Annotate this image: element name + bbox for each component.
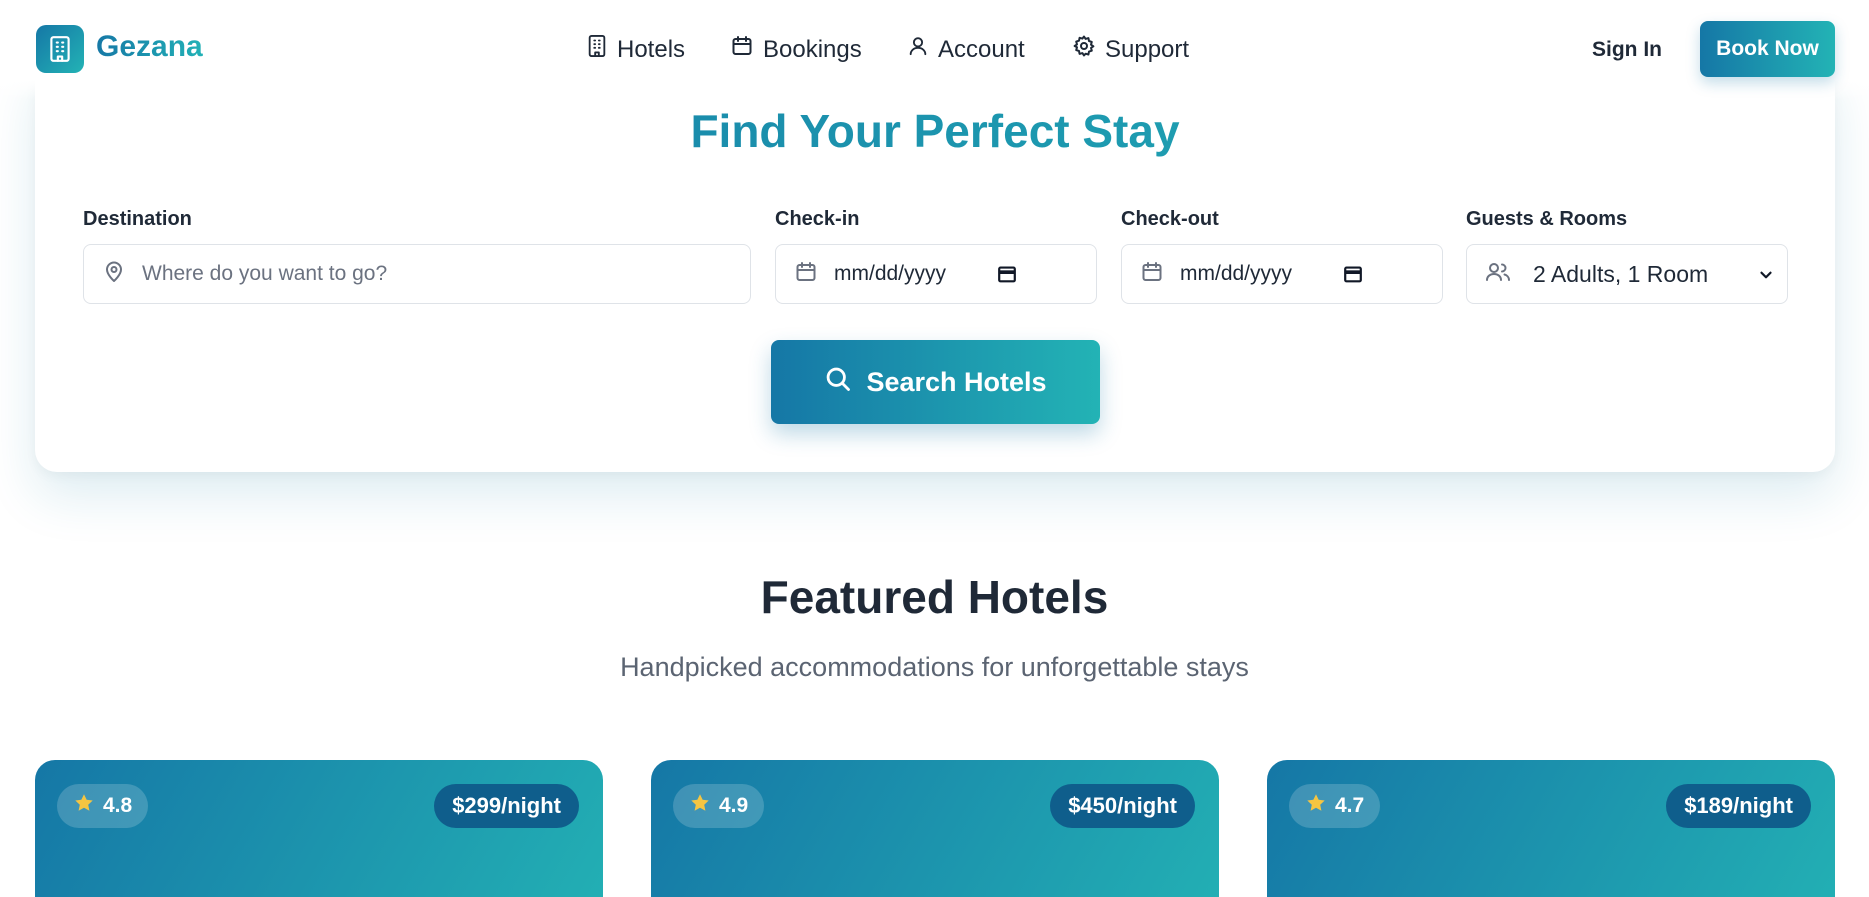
search-hotels-label: Search Hotels (866, 366, 1047, 397)
checkout-field[interactable]: mm/dd/yyyy (1121, 244, 1443, 304)
checkin-field[interactable]: mm/dd/yyyy (775, 244, 1097, 304)
calendar-icon (1140, 260, 1164, 289)
destination-label: Destination (83, 208, 192, 230)
rating-value: 4.9 (719, 794, 749, 817)
search-card: Find Your Perfect Stay Destination Where… (35, 60, 1835, 472)
sign-in-link[interactable]: Sign In (1592, 38, 1662, 62)
search-hotels-button[interactable]: Search Hotels (771, 340, 1100, 424)
nav-link-label: Account (938, 35, 1025, 63)
price-badge: $450/night (1050, 784, 1195, 828)
rating-badge: 4.7 (1289, 784, 1381, 828)
checkout-label: Check-out (1121, 208, 1219, 230)
page: Find Your Perfect Stay Destination Where… (0, 0, 1869, 897)
search-icon (824, 365, 852, 400)
search-title: Find Your Perfect Stay (35, 104, 1835, 158)
map-pin-icon (102, 260, 126, 289)
star-icon (73, 792, 95, 820)
building-icon (586, 34, 608, 65)
user-icon (907, 34, 929, 65)
rating-badge: 4.8 (57, 784, 149, 828)
date-picker-icon[interactable] (996, 263, 1018, 290)
nav-link-label: Hotels (617, 35, 686, 63)
brand-name[interactable]: Gezana (96, 30, 203, 64)
checkin-value: mm/dd/yyyy (834, 262, 947, 285)
rating-badge: 4.9 (673, 784, 765, 828)
star-icon (689, 792, 711, 820)
calendar-icon (794, 260, 818, 289)
date-picker-icon[interactable] (1342, 263, 1364, 290)
guests-selected-value: 2 Adults, 1 Room (1533, 260, 1709, 287)
nav-link-account[interactable]: Account (907, 34, 1025, 65)
star-icon (1305, 792, 1327, 820)
gear-icon (1072, 34, 1096, 65)
users-icon (1485, 260, 1511, 289)
featured-subtitle: Handpicked accommodations for unforgetta… (620, 652, 1249, 682)
checkout-value: mm/dd/yyyy (1180, 262, 1293, 285)
featured-title: Featured Hotels (760, 571, 1109, 623)
logo-icon[interactable] (36, 25, 84, 73)
top-nav: Gezana Hotels Bookings Account Support S… (0, 0, 1869, 100)
calendar-icon (730, 34, 754, 65)
price-badge: $189/night (1666, 784, 1811, 828)
nav-link-label: Bookings (763, 35, 862, 63)
checkin-label: Check-in (775, 208, 860, 230)
rating-value: 4.8 (103, 794, 133, 817)
price-badge: $299/night (434, 784, 579, 828)
nav-link-support[interactable]: Support (1072, 34, 1189, 65)
nav-link-hotels[interactable]: Hotels (586, 34, 685, 65)
destination-placeholder: Where do you want to go? (142, 262, 388, 285)
guests-label: Guests & Rooms (1466, 208, 1628, 230)
chevron-down-icon (1757, 266, 1775, 289)
hotel-card[interactable]: 4.7 $189/night (1267, 760, 1835, 897)
book-now-button[interactable]: Book Now (1700, 21, 1835, 77)
rating-value: 4.7 (1335, 794, 1365, 817)
hotel-card[interactable]: 4.8 $299/night (35, 760, 603, 897)
guests-select[interactable]: 2 Adults, 1 Room (1466, 244, 1788, 304)
hotel-card[interactable]: 4.9 $450/night (651, 760, 1219, 897)
nav-link-bookings[interactable]: Bookings (730, 34, 862, 65)
nav-link-label: Support (1105, 35, 1190, 63)
destination-field[interactable]: Where do you want to go? (83, 244, 751, 304)
